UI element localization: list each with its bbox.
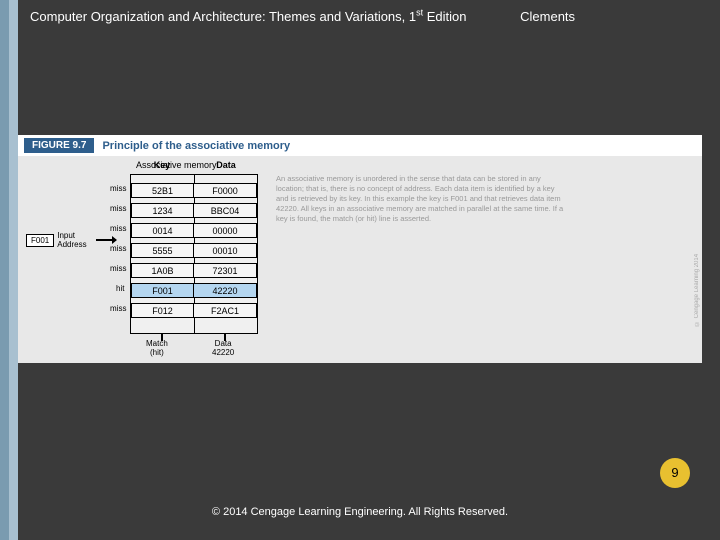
data-line2: 42220	[212, 348, 234, 357]
figure-container: FIGURE 9.7 Principle of the associative …	[18, 135, 702, 363]
input-label-1: Input	[57, 231, 86, 240]
miss-label: miss	[110, 304, 126, 313]
col-data-header: Data	[194, 160, 258, 170]
table-row: 1234 BBC04	[131, 203, 257, 218]
page-number-badge: 9	[660, 458, 690, 488]
hit-label: hit	[116, 284, 124, 293]
match-line1: Match	[146, 339, 168, 348]
miss-label: miss	[110, 264, 126, 273]
data-line1: Data	[212, 339, 234, 348]
table-row-hit: F001 42220	[131, 283, 257, 298]
author: Clements	[520, 9, 575, 24]
assoc-memory-box: 52B1 F0000 1234 BBC04 0014 00000 5555 00…	[130, 174, 258, 334]
cell-key: 1A0B	[132, 264, 194, 277]
figure-title: Principle of the associative memory	[102, 140, 290, 152]
slide-accent-bar-inner	[9, 0, 18, 540]
table-row: 0014 00000	[131, 223, 257, 238]
input-block: F001 Input Address	[26, 231, 87, 249]
input-value-box: F001	[26, 234, 54, 247]
book-title: Computer Organization and Architecture: …	[30, 9, 470, 24]
table-row: 52B1 F0000	[131, 183, 257, 198]
cell-key: F012	[132, 304, 194, 317]
slide-accent-bar	[0, 0, 18, 540]
col-key-header: Key	[130, 160, 194, 170]
table-row: 1A0B 72301	[131, 263, 257, 278]
cell-data: BBC04	[194, 204, 256, 217]
cell-key: F001	[132, 284, 194, 297]
miss-label: miss	[110, 224, 126, 233]
cell-data: F0000	[194, 184, 256, 197]
table-row: F012 F2AC1	[131, 303, 257, 318]
input-arrow-icon	[96, 239, 116, 241]
copyright-text: © 2014 Cengage Learning Engineering. All…	[30, 506, 690, 518]
cell-data: F2AC1	[194, 304, 256, 317]
figure-credit: © Cengage Learning 2014	[694, 166, 700, 326]
cell-key: 0014	[132, 224, 194, 237]
title-suffix: Edition	[423, 9, 466, 24]
title-prefix: Computer Organization and Architecture: …	[30, 9, 416, 24]
cell-key: 1234	[132, 204, 194, 217]
column-headers: Key Data	[130, 160, 258, 170]
figure-description: An associative memory is unordered in th…	[276, 174, 566, 224]
data-output-label: Data 42220	[212, 339, 234, 357]
miss-label: miss	[110, 184, 126, 193]
cell-key: 5555	[132, 244, 194, 257]
input-label-2: Address	[57, 240, 86, 249]
match-output-label: Match (hit)	[146, 339, 168, 357]
figure-label: FIGURE 9.7	[24, 138, 94, 153]
table-row: 5555 00010	[131, 243, 257, 258]
miss-label: miss	[110, 204, 126, 213]
slide-header: Computer Organization and Architecture: …	[30, 8, 700, 24]
cell-data: 00000	[194, 224, 256, 237]
miss-label: miss	[110, 244, 126, 253]
figure-caption-bar: FIGURE 9.7 Principle of the associative …	[18, 135, 702, 156]
input-address-label: Input Address	[57, 231, 86, 249]
cell-data: 72301	[194, 264, 256, 277]
cell-data: 42220	[194, 284, 256, 297]
figure-body: Associative memory Key Data 52B1 F0000 1…	[18, 156, 702, 341]
cell-key: 52B1	[132, 184, 194, 197]
cell-data: 00010	[194, 244, 256, 257]
match-line2: (hit)	[146, 348, 168, 357]
